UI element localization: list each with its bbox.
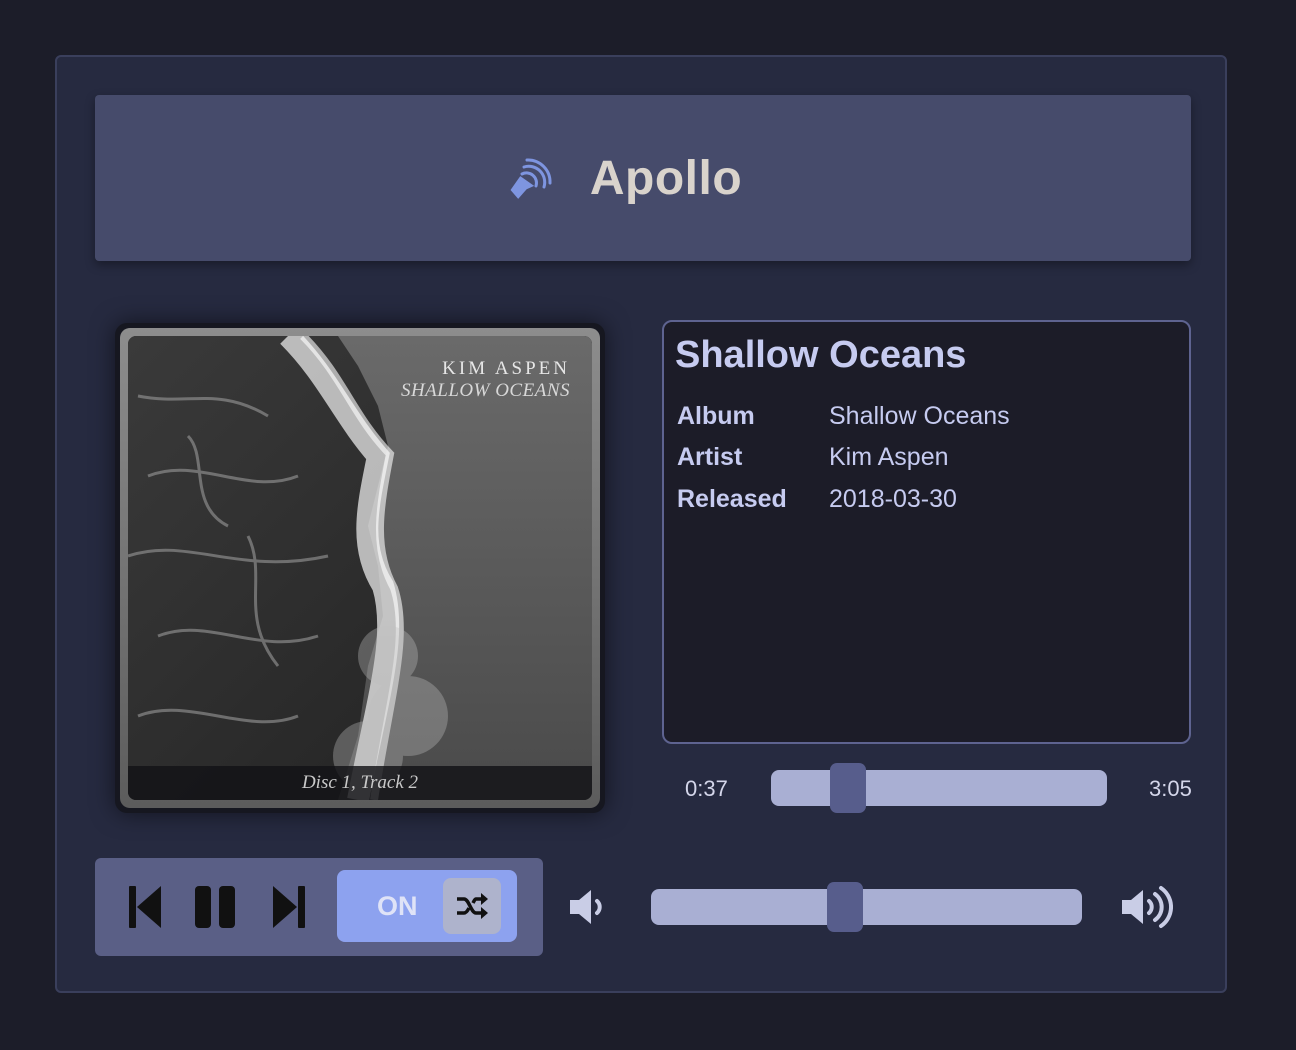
cover-album-text: SHALLOW OCEANS [400,380,570,401]
skip-next-icon[interactable] [271,884,315,930]
album-art: KIM ASPEN SHALLOW OCEANS Disc 1, Track 2 [128,336,592,800]
shuffle-icon [457,893,488,919]
cover-artist-text: KIM ASPEN [442,358,570,379]
shuffle-state-label: ON [377,891,418,921]
info-label: Album [677,402,755,430]
skip-previous-icon[interactable] [127,884,171,930]
seek-handle[interactable] [830,763,867,813]
app-header: Apollo [95,95,1191,261]
album-art-bezel: KIM ASPEN SHALLOW OCEANS Disc 1, Track 2 [120,328,600,808]
speaker-waves-icon [510,158,552,199]
playback-controls: ON [95,858,543,956]
info-value: Shallow Oceans [829,402,1010,430]
player-window: Apollo KIM ASPEN SHALLOW OCEANS Disc 1, … [55,55,1227,993]
info-value: Kim Aspen [829,443,949,471]
volume-handle[interactable] [826,882,863,932]
volume-low-icon[interactable] [567,886,609,928]
album-art-frame: KIM ASPEN SHALLOW OCEANS Disc 1, Track 2 [115,323,605,813]
app-title: Apollo [589,151,743,205]
track-title: Shallow Oceans [675,334,967,376]
volume-high-icon[interactable] [1119,883,1173,931]
album-cover-image [128,336,592,800]
info-label: Artist [677,443,743,471]
total-duration: 3:05 [1149,776,1192,801]
info-label: Released [677,485,787,513]
volume-slider[interactable] [651,882,1082,932]
info-value: 2018-03-30 [829,485,957,513]
seek-bar[interactable] [771,763,1107,813]
shuffle-knob[interactable] [443,878,501,934]
pause-icon[interactable] [193,884,237,930]
elapsed-time: 0:37 [685,776,728,801]
track-info-panel: Shallow Oceans Album Shallow Oceans Arti… [662,320,1191,744]
track-position-caption: Disc 1, Track 2 [128,766,592,800]
shuffle-toggle[interactable]: ON [337,870,517,942]
